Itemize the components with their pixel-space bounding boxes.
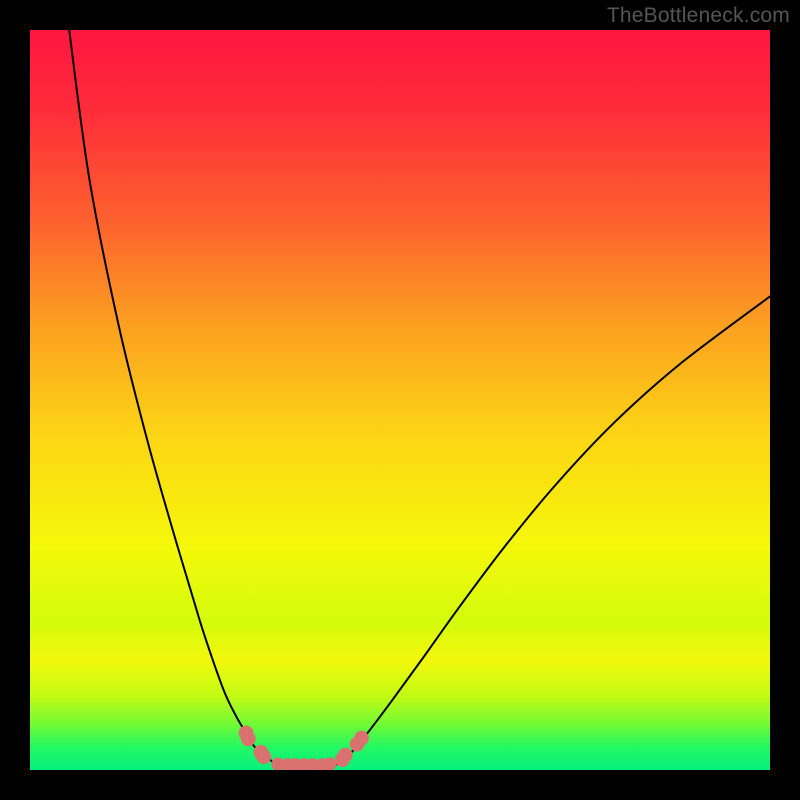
data-marker [256, 749, 271, 764]
data-marker [338, 748, 353, 763]
attribution-watermark: TheBottleneck.com [607, 4, 790, 28]
data-marker [241, 732, 256, 747]
chart-plot [30, 30, 770, 770]
data-marker [354, 731, 369, 746]
chart-frame: TheBottleneck.com [0, 0, 800, 800]
chart-canvas [30, 30, 770, 770]
gradient-background [30, 30, 770, 770]
